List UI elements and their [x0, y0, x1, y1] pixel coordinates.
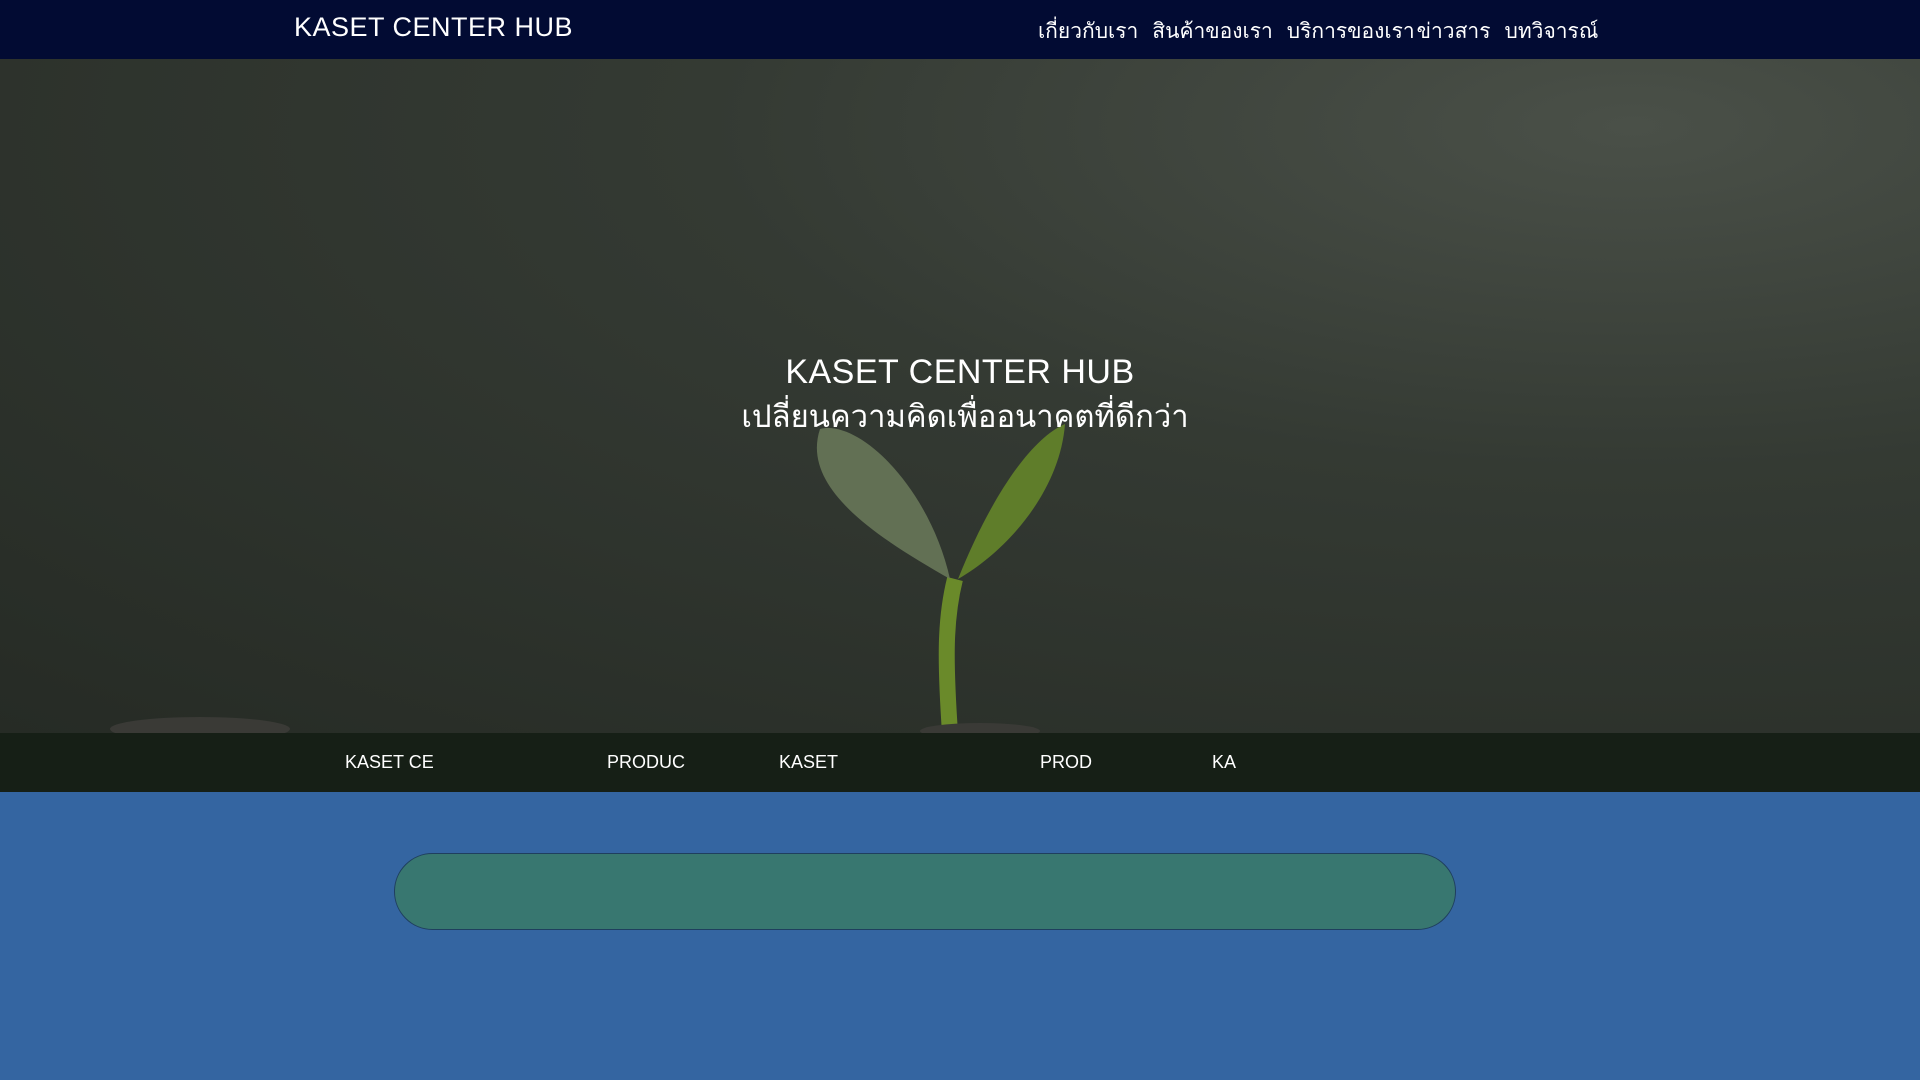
main-menu: เกี่ยวกับเรา สินค้าของเรา บริการของเรา ข…: [1038, 15, 1612, 48]
secondary-bar: KASET CE PRODUC KASET PROD KA: [0, 733, 1920, 792]
hero-subtitle: เปลี่ยนความคิดเพื่ออนาคตที่ดีกว่า: [741, 399, 1189, 435]
subbar-item[interactable]: PROD: [1040, 752, 1092, 773]
nav-news[interactable]: ข่าวสาร: [1417, 15, 1491, 48]
subbar-item[interactable]: KASET CE: [345, 752, 434, 773]
nav-products[interactable]: สินค้าของเรา: [1152, 15, 1272, 48]
top-navbar: KASET CENTER HUB เกี่ยวกับเรา สินค้าของเ…: [0, 0, 1920, 59]
subbar-item[interactable]: KASET: [779, 752, 838, 773]
search-pill[interactable]: [394, 853, 1456, 930]
hero-title: KASET CENTER HUB: [785, 353, 1135, 391]
nav-services[interactable]: บริการของเรา: [1287, 15, 1415, 48]
subbar-item[interactable]: KA: [1212, 752, 1236, 773]
brand-logo[interactable]: KASET CENTER HUB: [294, 12, 573, 43]
nav-about[interactable]: เกี่ยวกับเรา: [1038, 15, 1138, 48]
hero-banner: KASET CENTER HUB เปลี่ยนความคิดเพื่ออนาค…: [0, 59, 1920, 733]
nav-reviews[interactable]: บทวิจารณ์: [1504, 15, 1598, 48]
subbar-item[interactable]: PRODUC: [607, 752, 685, 773]
